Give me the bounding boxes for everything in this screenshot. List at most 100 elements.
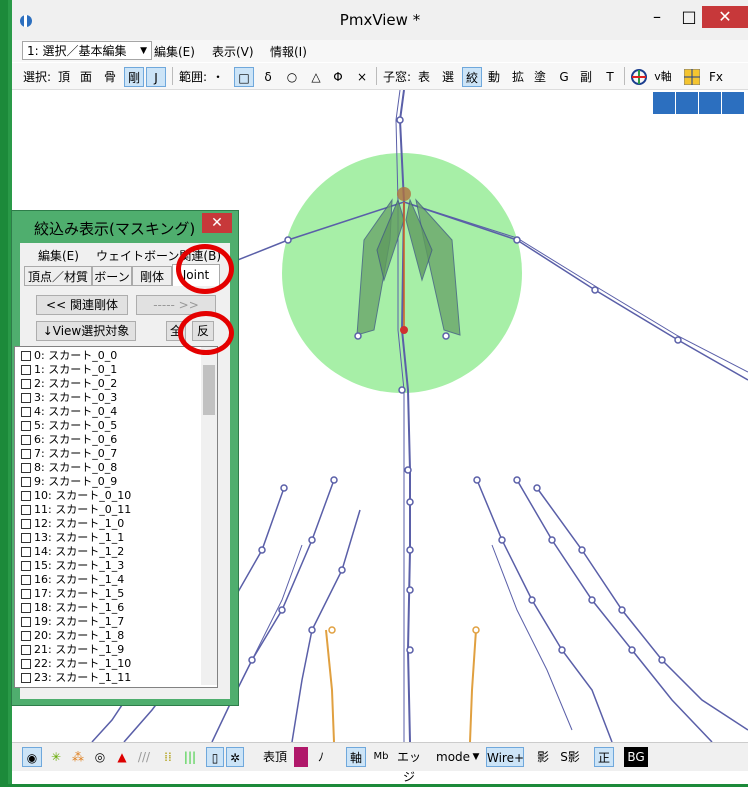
- tab-bone[interactable]: ボーン: [92, 266, 132, 286]
- menu-info[interactable]: 情報(I): [270, 43, 307, 60]
- checkbox[interactable]: [21, 477, 31, 487]
- self-shadow-button[interactable]: S影: [558, 747, 582, 767]
- list-item[interactable]: 23: スカート_1_11: [21, 671, 131, 685]
- list-item[interactable]: 11: スカート_0_11: [21, 503, 131, 517]
- list-item[interactable]: 3: スカート_0_3: [21, 391, 117, 405]
- joint-list[interactable]: 0: スカート_0_0 1: スカート_0_1 2: スカート_0_2 3: スカート…: [14, 346, 218, 688]
- checkbox[interactable]: [21, 617, 31, 627]
- checkbox[interactable]: [21, 533, 31, 543]
- range-delta[interactable]: δ: [260, 67, 276, 87]
- move-icon[interactable]: [653, 92, 675, 114]
- list-item[interactable]: 17: スカート_1_5: [21, 587, 124, 601]
- front-view-button[interactable]: 正: [594, 747, 614, 767]
- list-item[interactable]: 13: スカート_1_1: [21, 531, 124, 545]
- list-item[interactable]: 4: スカート_0_4: [21, 405, 117, 419]
- checkbox[interactable]: [21, 505, 31, 515]
- child-sub[interactable]: 副: [578, 67, 594, 87]
- checkbox[interactable]: [21, 435, 31, 445]
- range-point[interactable]: ・: [210, 67, 226, 87]
- rotate-icon[interactable]: [722, 92, 744, 114]
- star-icon[interactable]: ✳: [48, 747, 64, 767]
- list-item[interactable]: 16: スカート_1_4: [21, 573, 124, 587]
- checkbox[interactable]: [21, 603, 31, 613]
- child-select[interactable]: 選: [440, 67, 456, 87]
- child-mask[interactable]: 絞: [462, 67, 482, 87]
- list-item[interactable]: 0: スカート_0_0: [21, 349, 117, 363]
- range-triangle[interactable]: △: [308, 67, 324, 87]
- dialog-menu-edit[interactable]: 編集(E): [38, 247, 79, 264]
- list-item[interactable]: 12: スカート_1_0: [21, 517, 124, 531]
- chevron-down-icon[interactable]: ▼: [470, 747, 482, 767]
- list-scrollbar[interactable]: [201, 347, 217, 685]
- mb-button[interactable]: Mb: [370, 747, 392, 767]
- dots-icon[interactable]: ⁂: [70, 747, 86, 767]
- child-move[interactable]: 動: [486, 67, 502, 87]
- list-item[interactable]: 2: スカート_0_2: [21, 377, 117, 391]
- child-table[interactable]: 表: [416, 67, 432, 87]
- circle-icon[interactable]: ◎: [92, 747, 108, 767]
- axis-button[interactable]: 軸: [346, 747, 366, 767]
- close-button[interactable]: ✕: [702, 6, 748, 28]
- checkbox[interactable]: [21, 589, 31, 599]
- select-vertex[interactable]: 頂: [56, 67, 72, 87]
- menu-view[interactable]: 表示(V): [212, 43, 254, 60]
- child-g[interactable]: G: [556, 67, 572, 87]
- view-select-button[interactable]: ↓View選択対象: [36, 321, 136, 341]
- menu-edit[interactable]: 編集(E): [154, 43, 195, 60]
- range-circle[interactable]: ○: [284, 67, 300, 87]
- list-item[interactable]: 22: スカート_1_10: [21, 657, 131, 671]
- scroll-thumb[interactable]: [203, 365, 215, 415]
- color-swatch-icon[interactable]: [294, 747, 308, 767]
- list-item[interactable]: 10: スカート_0_10: [21, 489, 131, 503]
- related-rigid-button[interactable]: << 関連剛体: [36, 295, 128, 315]
- range-box[interactable]: □: [234, 67, 254, 87]
- list-item[interactable]: 14: スカート_1_2: [21, 545, 124, 559]
- checkbox[interactable]: [21, 407, 31, 417]
- range-clear[interactable]: ×: [354, 67, 370, 87]
- stripes-icon[interactable]: ///: [136, 747, 152, 767]
- checkbox[interactable]: [21, 659, 31, 669]
- rigid-display-icon[interactable]: ▯: [206, 747, 224, 767]
- child-t[interactable]: T: [602, 67, 618, 87]
- triangle-icon[interactable]: ▲: [114, 747, 130, 767]
- edge-button[interactable]: エッジ: [394, 747, 424, 784]
- zoom-icon[interactable]: [699, 92, 721, 114]
- select-face[interactable]: 面: [78, 67, 94, 87]
- checkbox[interactable]: [21, 449, 31, 459]
- checkbox[interactable]: [21, 631, 31, 641]
- mode-button[interactable]: mode: [436, 747, 470, 767]
- wire-button[interactable]: Wire+: [486, 747, 524, 767]
- maximize-button[interactable]: □: [676, 6, 702, 28]
- checkbox[interactable]: [21, 421, 31, 431]
- bg-button[interactable]: BG: [624, 747, 648, 767]
- view-axis-icon[interactable]: [630, 68, 648, 86]
- shadow-button[interactable]: 影: [534, 747, 552, 767]
- checkbox[interactable]: [21, 351, 31, 361]
- vertex-display-icon[interactable]: ◉: [22, 747, 42, 767]
- grid-icon[interactable]: [684, 69, 700, 85]
- select-rigid[interactable]: 剛: [124, 67, 144, 87]
- checkbox[interactable]: [21, 575, 31, 585]
- checkbox[interactable]: [21, 561, 31, 571]
- list-item[interactable]: 1: スカート_0_1: [21, 363, 117, 377]
- child-paint[interactable]: 塗: [532, 67, 548, 87]
- bars-icon[interactable]: |||: [182, 747, 198, 767]
- tab-vertex-material[interactable]: 頂点／材質: [24, 266, 92, 286]
- fx-button[interactable]: Fx: [706, 67, 726, 87]
- checkbox[interactable]: [21, 379, 31, 389]
- checkbox[interactable]: [21, 673, 31, 683]
- list-item[interactable]: 8: スカート_0_8: [21, 461, 117, 475]
- list-item[interactable]: 20: スカート_1_8: [21, 629, 124, 643]
- list-item[interactable]: 5: スカート_0_5: [21, 419, 117, 433]
- tab-rigid[interactable]: 剛体: [132, 266, 172, 286]
- checkbox[interactable]: [21, 393, 31, 403]
- checkbox[interactable]: [21, 547, 31, 557]
- checkbox[interactable]: [21, 519, 31, 529]
- checkbox[interactable]: [21, 491, 31, 501]
- dialog-close-button[interactable]: ✕: [202, 213, 232, 233]
- list-item[interactable]: 15: スカート_1_3: [21, 559, 124, 573]
- list-item[interactable]: 19: スカート_1_7: [21, 615, 124, 629]
- no-button[interactable]: ﾉ: [314, 747, 328, 767]
- checkbox[interactable]: [21, 645, 31, 655]
- pan-icon[interactable]: [676, 92, 698, 114]
